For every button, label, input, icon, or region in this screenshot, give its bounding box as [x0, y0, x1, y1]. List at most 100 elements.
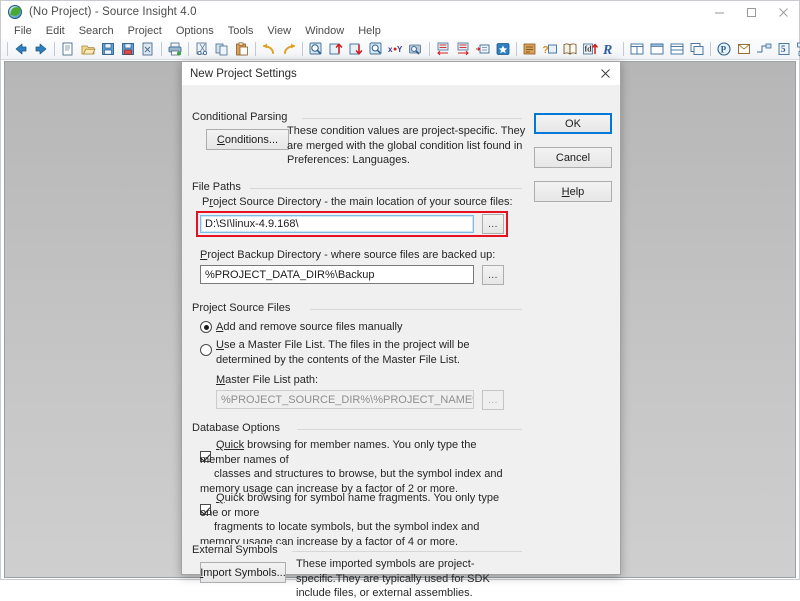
replace-icon[interactable]: x●Y [386, 40, 406, 59]
copy-icon[interactable] [212, 40, 232, 59]
ok-button[interactable]: OK [534, 113, 612, 134]
save-icon[interactable] [98, 40, 118, 59]
toolbar-separator [620, 41, 627, 57]
context-window-icon[interactable]: ? [540, 40, 560, 59]
window-titlebar: (No Project) - Source Insight 4.0 [1, 1, 799, 23]
undo-icon[interactable] [259, 40, 279, 59]
tile-window-icon[interactable] [627, 40, 647, 59]
toolbar-separator [513, 41, 520, 57]
file-paths-label: File Paths [192, 181, 246, 193]
radio-use-master-file-list-label: Use a Master File List. The files in the… [216, 338, 512, 367]
minimize-icon[interactable] [703, 1, 735, 23]
outline-icon[interactable] [754, 40, 774, 59]
menu-file[interactable]: File [7, 23, 39, 39]
application-window: (No Project) - Source Insight 4.0 File E… [0, 0, 800, 580]
jump-up-icon[interactable] [326, 40, 346, 59]
source-dir-browse-button[interactable]: ... [482, 214, 504, 234]
smart-rename-icon[interactable]: R [600, 40, 620, 59]
menu-edit[interactable]: Edit [39, 23, 72, 39]
conditional-parsing-label: Conditional Parsing [192, 111, 292, 123]
split-window-icon[interactable] [667, 40, 687, 59]
menu-window[interactable]: Window [298, 23, 351, 39]
master-file-list-path-label: Master File List path: [216, 373, 516, 388]
window-title: (No Project) - Source Insight 4.0 [29, 6, 197, 18]
backup-dir-label: Project Backup Directory - where source … [200, 248, 530, 263]
source-insight-icon [7, 4, 23, 20]
paste-icon[interactable] [232, 40, 252, 59]
duplicate-window-icon[interactable] [687, 40, 707, 59]
toolbar-separator [252, 41, 259, 57]
master-file-list-path-value: %PROJECT_SOURCE_DIR%\%PROJECT_NAME%_file… [221, 394, 474, 406]
conditions-button[interactable]: Conditions... [206, 129, 289, 150]
master-file-list-path-input[interactable]: %PROJECT_SOURCE_DIR%\%PROJECT_NAME%_file… [216, 390, 474, 409]
radio-add-remove-manually[interactable] [200, 321, 212, 333]
cascade-window-icon[interactable] [647, 40, 667, 59]
save-all-icon[interactable] [118, 40, 138, 59]
source-dir-value: D:\SI\linux-4.9.168\ [205, 218, 299, 230]
menu-project[interactable]: Project [121, 23, 169, 39]
search-file-icon[interactable] [366, 40, 386, 59]
toolbar: x●Y ? fd R [1, 39, 799, 60]
svg-text:?: ? [543, 45, 549, 56]
refactor-icon[interactable] [794, 40, 800, 59]
menubar: File Edit Search Project Options Tools V… [1, 23, 799, 39]
conditional-parsing-description: These condition values are project-speci… [287, 124, 527, 168]
cut-icon[interactable] [192, 40, 212, 59]
master-file-list-browse-button[interactable]: ... [482, 390, 504, 410]
project-window-icon[interactable]: fd [580, 40, 600, 59]
clip-window-icon[interactable] [734, 40, 754, 59]
radio-use-master-file-list[interactable] [200, 344, 212, 356]
syntax-icon[interactable]: 5 [774, 40, 794, 59]
comment-icon[interactable] [473, 40, 493, 59]
open-file-icon[interactable] [78, 40, 98, 59]
maximize-icon[interactable] [735, 1, 767, 23]
dialog-close-icon[interactable] [590, 62, 620, 85]
indent-right-icon[interactable] [453, 40, 473, 59]
new-project-settings-dialog: New Project Settings OK Cancel Help Cond… [181, 61, 621, 575]
forward-icon[interactable] [31, 40, 51, 59]
close-file-icon[interactable] [138, 40, 158, 59]
dialog-body: OK Cancel Help Conditional Parsing Condi… [182, 85, 620, 574]
toolbar-separator [299, 41, 306, 57]
source-dir-label-text: oject Source Directory - the main locati… [213, 196, 513, 208]
bookmark-icon[interactable] [493, 40, 513, 59]
source-dir-input[interactable]: D:\SI\linux-4.9.168\ [200, 215, 474, 233]
back-icon[interactable] [11, 40, 31, 59]
parse-icon[interactable]: P [714, 40, 734, 59]
toolbar-separator [426, 41, 433, 57]
search-project-icon[interactable] [406, 40, 426, 59]
radio-add-remove-manually-label: Add and remove source files manually [216, 320, 516, 335]
redo-icon[interactable] [279, 40, 299, 59]
source-dir-label: Project Source Directory - the main loca… [202, 195, 532, 210]
indent-left-icon[interactable] [433, 40, 453, 59]
checkbox-quick-browsing-member-names-label: Quick browsing for member names. You onl… [200, 438, 514, 496]
menu-help[interactable]: Help [351, 23, 388, 39]
window-controls [703, 1, 799, 23]
help-button-label: elp [570, 186, 585, 198]
svg-text:5: 5 [781, 44, 786, 54]
backup-dir-browse-button[interactable]: ... [482, 265, 504, 285]
toolbar-separator [4, 41, 11, 57]
toolbar-separator [158, 41, 165, 57]
symbol-window-icon[interactable] [520, 40, 540, 59]
help-button[interactable]: Help [534, 181, 612, 202]
menu-tools[interactable]: Tools [221, 23, 261, 39]
dialog-titlebar: New Project Settings [182, 62, 620, 85]
close-icon[interactable] [767, 1, 799, 23]
database-options-label: Database Options [192, 422, 285, 434]
menu-view[interactable]: View [260, 23, 298, 39]
toolbar-separator [185, 41, 192, 57]
svg-text:Y: Y [397, 45, 403, 54]
lookup-reference-icon[interactable] [306, 40, 326, 59]
backup-dir-label-text: roject Backup Directory - where source f… [207, 249, 495, 261]
backup-dir-input[interactable]: %PROJECT_DATA_DIR%\Backup [200, 265, 474, 284]
jump-down-icon[interactable] [346, 40, 366, 59]
menu-options[interactable]: Options [169, 23, 221, 39]
menu-search[interactable]: Search [72, 23, 121, 39]
new-file-icon[interactable] [58, 40, 78, 59]
svg-text:P: P [721, 45, 727, 55]
backup-dir-value: %PROJECT_DATA_DIR%\Backup [205, 269, 375, 281]
cancel-button[interactable]: Cancel [534, 147, 612, 168]
relation-window-icon[interactable] [560, 40, 580, 59]
print-icon[interactable] [165, 40, 185, 59]
